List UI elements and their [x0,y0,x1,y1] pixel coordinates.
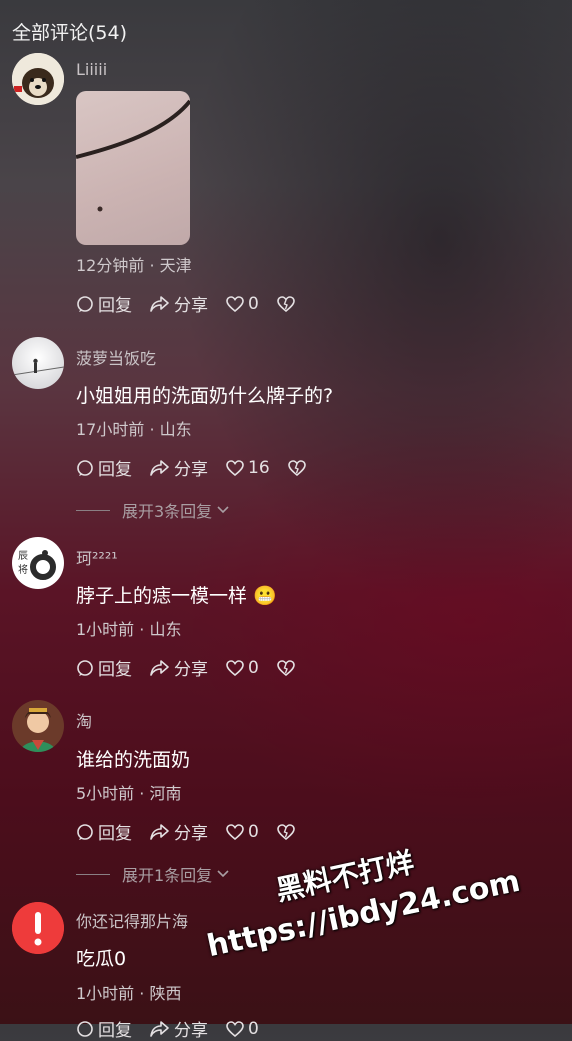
heart-icon [226,659,244,676]
reply-label: 回复 [98,296,132,316]
avatar[interactable] [12,337,64,389]
expand-replies-button[interactable]: 展开1条回复 [76,862,230,886]
divider [76,509,110,511]
reply-button[interactable]: 回复 [76,819,132,844]
share-icon [150,1020,169,1037]
comment-image[interactable] [76,91,190,245]
reply-label: 回复 [98,824,132,844]
dislike-button[interactable] [277,823,299,840]
share-icon [150,659,169,676]
comment-meta: 5小时前 · 河南 [76,784,182,803]
comment-actions: 回复 分享 16 [76,455,328,480]
comment-actions: 回复 分享 0 [76,291,317,316]
broken-heart-icon [287,459,306,476]
heart-icon [226,295,244,312]
reply-icon [77,459,93,476]
comment-meta: 12分钟前 · 天津 [76,256,192,275]
expand-replies-label: 展开1条回复 [122,866,213,885]
avatar[interactable] [12,700,64,752]
heart-icon [226,823,244,840]
like-button[interactable]: 0 [226,822,259,842]
share-label: 分享 [174,1021,208,1041]
dislike-button[interactable] [277,295,299,312]
reply-button[interactable]: 回复 [76,455,132,480]
broken-heart-icon [277,295,295,312]
comment-meta: 17小时前 · 山东 [76,420,192,439]
share-icon [150,823,169,840]
expand-replies-button[interactable]: 展开3条回复 [76,498,230,522]
share-label: 分享 [174,296,208,316]
comment-actions: 回复 分享 0 [76,819,317,844]
svg-text:将: 将 [18,564,28,576]
share-icon [150,295,169,312]
share-button[interactable]: 分享 [150,655,208,680]
comment-meta: 1小时前 · 山东 [76,620,182,639]
broken-heart-icon [277,659,295,676]
comment-actions: 回复 分享 0 [76,1016,277,1041]
reply-button[interactable]: 回复 [76,655,132,680]
expand-replies-label: 展开3条回复 [122,502,213,521]
like-button[interactable]: 0 [226,658,259,678]
like-count: 0 [248,1018,259,1039]
like-count: 16 [248,457,270,478]
comment-text: 脖子上的痣一模一样 😬 [76,585,277,607]
share-label: 分享 [174,460,208,480]
share-label: 分享 [174,824,208,844]
reply-label: 回复 [98,1021,132,1041]
avatar[interactable] [12,53,64,105]
chevron-down-icon [217,506,229,514]
username[interactable]: 菠萝当饭吃 [76,345,156,369]
divider [76,873,110,875]
reply-label: 回复 [98,460,132,480]
share-icon [150,459,169,476]
username[interactable]: 你还记得那片海 [76,908,188,932]
avatar[interactable] [12,902,64,954]
reply-button[interactable]: 回复 [76,1016,132,1041]
avatar[interactable]: 辰 将 [12,537,64,589]
like-count: 0 [248,293,259,314]
username[interactable]: 珂²²²¹ [76,545,118,569]
username[interactable]: 淘 [76,708,92,732]
share-button[interactable]: 分享 [150,455,208,480]
share-label: 分享 [174,660,208,680]
comment-actions: 回复 分享 0 [76,655,317,680]
dislike-button[interactable] [287,459,310,476]
comment-text: 谁给的洗面奶 [76,749,191,771]
username[interactable]: Liiiii [76,60,107,79]
share-button[interactable]: 分享 [150,1016,208,1041]
like-count: 0 [248,657,259,678]
reply-button[interactable]: 回复 [76,291,132,316]
reply-icon [77,659,93,676]
reply-icon [77,823,93,840]
share-button[interactable]: 分享 [150,291,208,316]
chevron-down-icon [217,870,229,878]
exclamation-icon [12,902,64,954]
dislike-button[interactable] [277,659,299,676]
like-button[interactable]: 0 [226,294,259,314]
like-count: 0 [248,821,259,842]
reply-icon [77,295,93,312]
comment-meta: 1小时前 · 陕西 [76,984,182,1003]
comment-text: 吃瓜0 [76,948,127,970]
heart-icon [226,1020,244,1037]
like-button[interactable]: 0 [226,1019,259,1039]
heart-icon [226,459,244,476]
comments-title: 全部评论(54) [12,22,128,44]
broken-heart-icon [277,823,295,840]
like-button[interactable]: 16 [226,458,270,478]
share-button[interactable]: 分享 [150,819,208,844]
comment-text: 小姐姐用的洗面奶什么牌子的? [76,385,334,407]
svg-text:辰: 辰 [18,550,28,562]
reply-icon [77,1020,93,1037]
reply-label: 回复 [98,660,132,680]
